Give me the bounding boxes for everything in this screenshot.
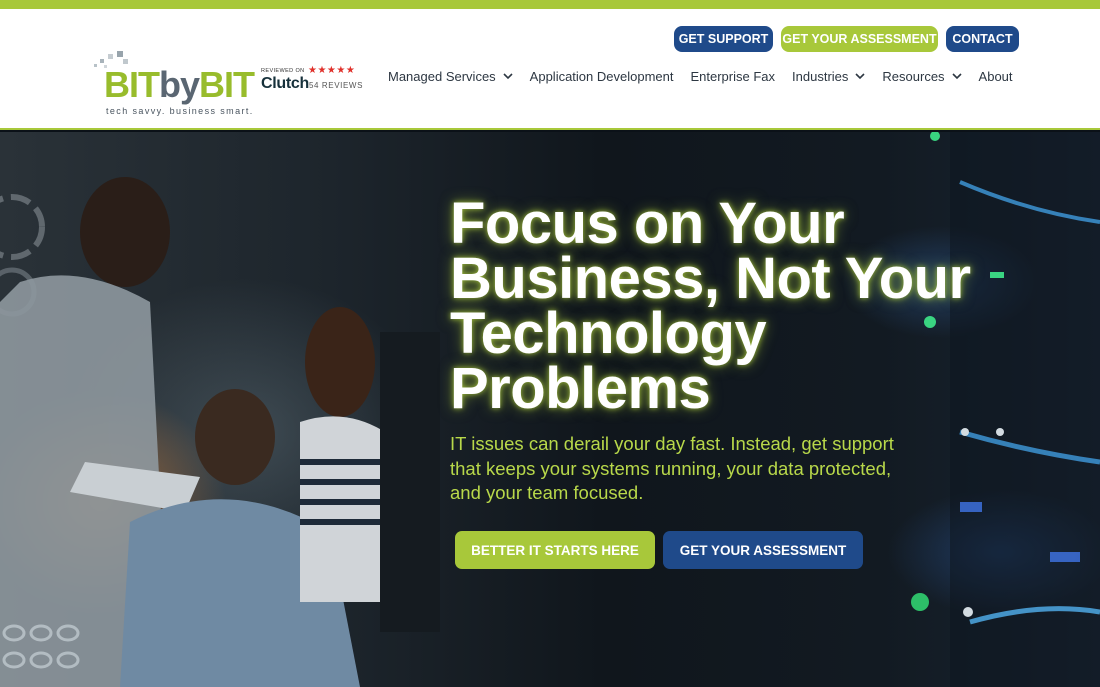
hero-section: Focus on Your Business, Not Your Technol…	[0, 132, 1100, 687]
nav-item-label: Managed Services	[388, 68, 496, 84]
nav-item-industries[interactable]: Industries	[792, 69, 865, 84]
chevron-down-icon	[855, 73, 865, 80]
better-it-starts-here-button[interactable]: BETTER IT STARTS HERE	[455, 531, 655, 569]
contact-button[interactable]: CONTACT	[946, 26, 1019, 52]
nav-item-label: Industries	[792, 68, 849, 84]
main-nav: Managed Services Application Development…	[388, 66, 1013, 86]
chevron-down-icon	[951, 73, 962, 80]
clutch-stars-icon: ★★★★★	[308, 65, 356, 76]
clutch-name: Clutch	[261, 75, 309, 92]
nav-item-enterprise-fax[interactable]: Enterprise Fax	[690, 69, 775, 84]
get-assessment-header-button[interactable]: GET YOUR ASSESSMENT	[781, 26, 938, 52]
logo-tagline: tech savvy. business smart.	[106, 106, 254, 116]
hero-content: Focus on Your Business, Not Your Technol…	[450, 191, 1010, 506]
nav-item-label: Enterprise Fax	[690, 68, 776, 84]
clutch-reviewed-on: REVIEWED ON	[261, 68, 305, 74]
site-header: BITbyBIT tech savvy. business smart. REV…	[0, 9, 1100, 130]
get-support-button[interactable]: GET SUPPORT	[674, 26, 773, 52]
chevron-down-icon	[503, 73, 513, 80]
hero-title-line: Focus on Your	[450, 191, 845, 256]
logo-wordmark: BITbyBIT	[104, 64, 255, 105]
nav-item-about[interactable]: About	[979, 69, 1013, 84]
clutch-review-count: 54 REVIEWS	[309, 81, 364, 90]
nav-item-label: About	[978, 68, 1013, 84]
clutch-reviews-badge[interactable]: REVIEWED ON ★★★★★ Clutch 54 REVIEWS	[261, 65, 364, 103]
hero-subtitle: IT issues can derail your day fast. Inst…	[450, 433, 894, 503]
bitbybit-logo[interactable]: BITbyBIT tech savvy. business smart.	[90, 51, 255, 121]
hero-title-line: Problems	[450, 356, 711, 421]
nav-item-resources[interactable]: Resources	[882, 68, 962, 84]
nav-item-label: Resources	[882, 68, 945, 84]
nav-item-label: Application Development	[529, 68, 674, 84]
hero-title-line: Business, Not Your	[450, 246, 971, 311]
hero-title: Focus on Your Business, Not Your Technol…	[450, 191, 1010, 421]
nav-item-application-development[interactable]: Application Development	[530, 69, 674, 84]
top-accent-strip	[0, 0, 1100, 9]
nav-item-managed-services[interactable]: Managed Services	[388, 69, 513, 84]
get-assessment-hero-button[interactable]: GET YOUR ASSESSMENT	[663, 531, 863, 569]
hero-title-line: Technology	[450, 301, 767, 366]
